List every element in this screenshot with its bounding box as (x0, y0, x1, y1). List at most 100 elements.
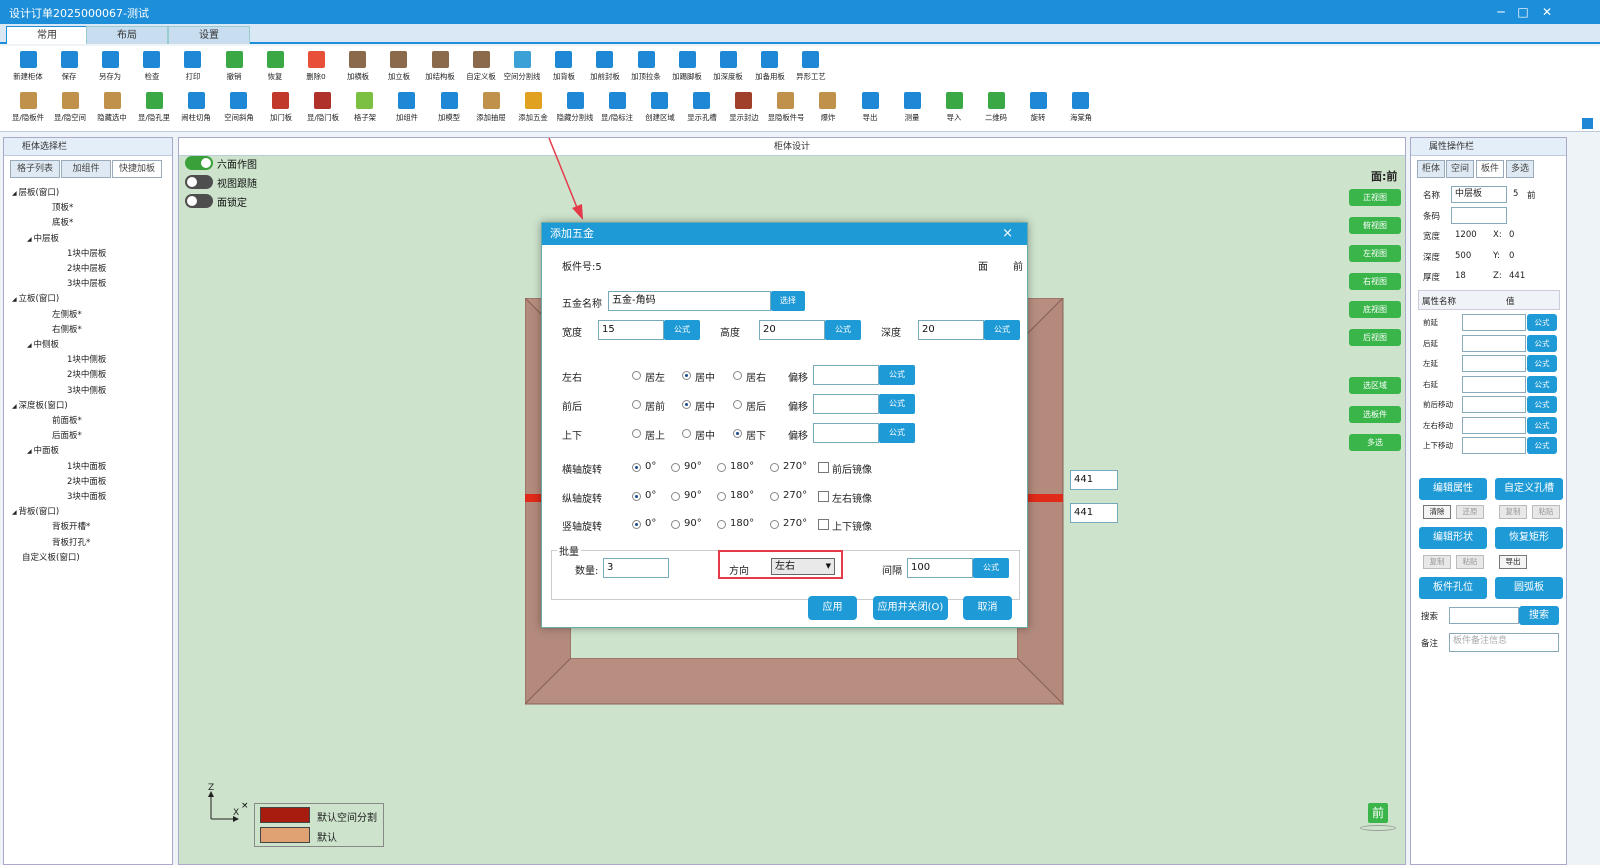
height-input[interactable]: 20 (759, 320, 825, 340)
close-window-button[interactable]: ✕ (1538, 3, 1556, 21)
tree-node[interactable]: 左侧板* (52, 308, 82, 320)
search-button[interactable]: 搜索 (1519, 606, 1559, 625)
tree-node[interactable]: 自定义板(窗口) (22, 551, 80, 563)
toolbar-btn-10[interactable]: 加立板 (377, 48, 421, 88)
tab-quick-add-board[interactable]: 快捷加板 (112, 160, 162, 178)
dimension-top-input[interactable]: 441 (1070, 470, 1118, 490)
bottom-view-button[interactable]: 底视图 (1349, 301, 1401, 318)
rotation-radio[interactable] (671, 520, 680, 529)
attr-formula-button[interactable]: 公式 (1527, 375, 1557, 393)
maximize-button[interactable]: □ (1514, 3, 1532, 21)
direction-select[interactable]: 左右 ▼ (771, 558, 835, 575)
toolbar2-btn-23[interactable]: 导入 (932, 89, 976, 129)
height-formula-button[interactable]: 公式 (825, 320, 861, 340)
count-input[interactable]: 3 (603, 558, 669, 578)
right-view-button[interactable]: 右视图 (1349, 273, 1401, 290)
select-hardware-button[interactable]: 选择 (771, 291, 805, 311)
rotation-radio[interactable] (632, 463, 641, 472)
offset-input[interactable] (813, 365, 879, 385)
tree-node[interactable]: 3块中层板 (67, 277, 106, 289)
toolbar-btn-19[interactable]: 加备用板 (748, 48, 792, 88)
attr-row-input[interactable] (1462, 355, 1526, 372)
rotation-radio[interactable] (671, 463, 680, 472)
tree-node[interactable]: 2块中面板 (67, 475, 106, 487)
toolbar-btn-14[interactable]: 加背板 (542, 48, 586, 88)
toolbar2-btn-18[interactable]: 显示封边 (722, 89, 766, 129)
tree-node[interactable]: 3块中面板 (67, 490, 106, 502)
grid-icon[interactable] (1582, 118, 1593, 129)
tree-node[interactable]: 顶板* (52, 201, 73, 213)
rotation-radio[interactable] (717, 520, 726, 529)
toolbar2-btn-14[interactable]: 隐藏分割线 (553, 89, 597, 129)
search-input[interactable] (1449, 607, 1519, 624)
tree-node[interactable]: ◢ 层板(窗口) (12, 186, 59, 198)
mirror-checkbox[interactable] (818, 491, 829, 502)
rotation-radio[interactable] (770, 492, 779, 501)
paste-button-2[interactable]: 粘贴 (1456, 555, 1484, 569)
toolbar-btn-8[interactable]: 删除0 (294, 48, 338, 88)
arc-board-button[interactable]: 圆弧板 (1495, 577, 1563, 599)
rotation-radio[interactable] (671, 492, 680, 501)
tab-common[interactable]: 常用 (6, 26, 88, 44)
tab-multi[interactable]: 多选 (1506, 160, 1534, 178)
tree-node[interactable]: ◢ 中层板 (27, 232, 59, 244)
tree-node[interactable]: 背板打孔* (52, 536, 90, 548)
paste-button-1[interactable]: 粘贴 (1532, 505, 1560, 519)
tree-node[interactable]: 前面板* (52, 414, 82, 426)
toolbar-btn-9[interactable]: 加横板 (336, 48, 380, 88)
tree-node[interactable]: ◢ 立板(窗口) (12, 292, 59, 304)
position-radio[interactable] (632, 429, 641, 438)
toolbar2-btn-2[interactable]: 显/隐空间 (48, 89, 92, 129)
tree-node[interactable]: 1块中侧板 (67, 353, 106, 365)
tree-node[interactable]: 底板* (52, 216, 73, 228)
tree-node[interactable]: 2块中层板 (67, 262, 106, 274)
toolbar-btn-16[interactable]: 加顶拉条 (624, 48, 668, 88)
mirror-checkbox[interactable] (818, 519, 829, 530)
tree-node[interactable]: 背板开槽* (52, 520, 90, 532)
view-follow-toggle[interactable] (185, 175, 213, 189)
apply-button[interactable]: 应用 (808, 596, 857, 620)
rotation-radio[interactable] (770, 463, 779, 472)
rotation-radio[interactable] (770, 520, 779, 529)
toolbar-btn-4[interactable]: 检查 (130, 48, 174, 88)
toolbar2-btn-9[interactable]: 格子架 (343, 89, 387, 129)
rotation-radio[interactable] (717, 492, 726, 501)
width-input[interactable]: 15 (598, 320, 664, 340)
minimize-button[interactable]: ─ (1492, 3, 1510, 21)
toolbar2-btn-17[interactable]: 显示孔槽 (680, 89, 724, 129)
tree-node[interactable]: 2块中侧板 (67, 368, 106, 380)
attr-row-input[interactable] (1462, 314, 1526, 331)
interval-input[interactable]: 100 (907, 558, 973, 578)
six-face-toggle[interactable] (185, 156, 213, 170)
tab-add-component[interactable]: 加组件 (61, 160, 111, 178)
position-radio[interactable] (682, 400, 691, 409)
toolbar2-btn-6[interactable]: 空间斜角 (217, 89, 261, 129)
attr-formula-button[interactable]: 公式 (1527, 416, 1557, 434)
toolbar2-btn-25[interactable]: 旋转 (1016, 89, 1060, 129)
toolbar-btn-5[interactable]: 打印 (171, 48, 215, 88)
tab-cabinet[interactable]: 柜体 (1417, 160, 1445, 178)
dimension-bottom-input[interactable]: 441 (1070, 503, 1118, 523)
offset-input[interactable] (813, 423, 879, 443)
copy-button-1[interactable]: 复制 (1499, 505, 1527, 519)
toolbar-btn-13[interactable]: 空间分割线 (500, 48, 544, 88)
toolbar-btn-18[interactable]: 加深度板 (706, 48, 750, 88)
rotation-radio[interactable] (632, 520, 641, 529)
export-button[interactable]: 导出 (1499, 555, 1527, 569)
offset-input[interactable] (813, 394, 879, 414)
toolbar-btn-6[interactable]: 撤销 (212, 48, 256, 88)
edit-shape-button[interactable]: 编辑形状 (1419, 527, 1487, 549)
board-holes-button[interactable]: 板件孔位 (1419, 577, 1487, 599)
rotation-radio[interactable] (717, 463, 726, 472)
apply-close-button[interactable]: 应用并关闭(O) (873, 596, 948, 620)
offset-formula-button[interactable]: 公式 (879, 365, 915, 385)
tree-node[interactable]: 右侧板* (52, 323, 82, 335)
attr-formula-button[interactable]: 公式 (1527, 334, 1557, 352)
position-radio[interactable] (632, 371, 641, 380)
tab-space[interactable]: 空间 (1446, 160, 1474, 178)
offset-formula-button[interactable]: 公式 (879, 394, 915, 414)
attr-row-input[interactable] (1462, 437, 1526, 454)
position-radio[interactable] (733, 371, 742, 380)
toolbar-btn-11[interactable]: 加结构板 (418, 48, 462, 88)
dialog-close-icon[interactable]: × (1002, 223, 1013, 245)
